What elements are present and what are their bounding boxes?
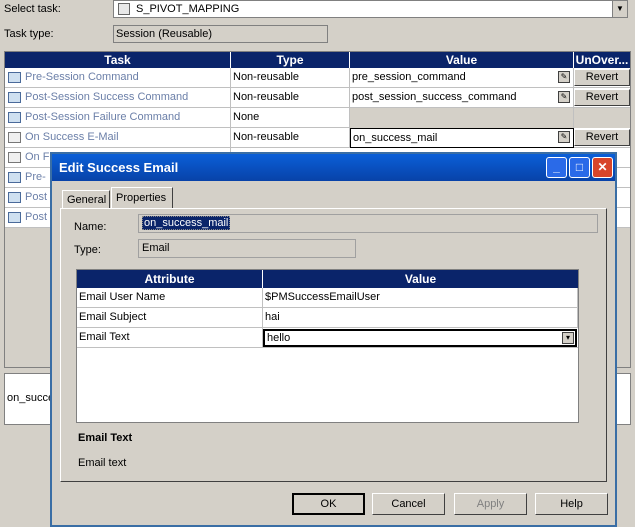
close-icon[interactable]: ✕ xyxy=(592,157,613,178)
col-header-unoverride[interactable]: UnOver... xyxy=(574,52,630,68)
name-value: on_success_mail xyxy=(142,216,231,230)
table-row[interactable]: On Success E-Mail Non-reusable on_succes… xyxy=(5,128,630,148)
minimize-icon[interactable]: _ xyxy=(546,157,567,178)
table-row[interactable]: Email Text hello ▾ xyxy=(77,328,578,348)
attributes-table: Attribute Value Email User Name $PMSucce… xyxy=(76,269,579,423)
dialog-title: Edit Success Email xyxy=(59,160,179,175)
table-row[interactable]: Pre-Session Command Non-reusable pre_ses… xyxy=(5,68,630,88)
table-row[interactable]: Email User Name $PMSuccessEmailUser xyxy=(77,288,578,308)
task-type-field: Session (Reusable) xyxy=(113,25,328,43)
select-task-label: Select task: xyxy=(4,3,61,15)
description-title: Email Text xyxy=(78,432,133,444)
attribute-value[interactable]: hai xyxy=(263,308,578,328)
col-header-task[interactable]: Task xyxy=(5,52,231,68)
task-type: Non-reusable xyxy=(231,88,350,108)
task-type: Non-reusable xyxy=(231,68,350,88)
attribute-name: Email Text xyxy=(77,328,263,348)
ok-button[interactable]: OK xyxy=(292,493,365,515)
table-row[interactable]: Email Subject hai xyxy=(77,308,578,328)
command-task-icon xyxy=(8,92,21,103)
edit-icon[interactable]: ✎ xyxy=(558,71,570,83)
help-button[interactable]: Help xyxy=(535,493,608,515)
email-text-input[interactable]: hello ▾ xyxy=(263,329,577,347)
revert-button[interactable]: Revert xyxy=(574,129,630,146)
attribute-description: Email Text Email text xyxy=(76,430,599,479)
command-task-icon xyxy=(8,112,21,123)
table-row[interactable]: Post-Session Failure Command None xyxy=(5,108,630,128)
task-name: Post-Session Success Command xyxy=(25,91,189,103)
open-editor-icon[interactable]: ▾ xyxy=(562,332,574,344)
command-task-icon xyxy=(8,192,21,203)
task-name: On F xyxy=(25,151,50,163)
email-task-icon xyxy=(8,132,21,143)
dropdown-arrow-icon[interactable]: ▼ xyxy=(612,1,627,17)
col-header-type[interactable]: Type xyxy=(231,52,350,68)
attribute-name: Email User Name xyxy=(77,288,263,308)
command-task-icon xyxy=(8,172,21,183)
col-header-attr-value[interactable]: Value xyxy=(263,270,578,288)
dialog-title-bar[interactable]: Edit Success Email _ □ ✕ xyxy=(52,154,615,181)
maximize-icon[interactable]: □ xyxy=(569,157,590,178)
task-value[interactable]: on_success_mail xyxy=(350,128,574,148)
type-field: Email xyxy=(138,239,356,258)
command-task-icon xyxy=(8,212,21,223)
select-task-dropdown[interactable]: S_PIVOT_MAPPING ▼ xyxy=(113,0,628,18)
task-type-label: Task type: xyxy=(4,28,54,40)
task-name: Post-Session Failure Command xyxy=(25,111,181,123)
task-name: On Success E-Mail xyxy=(25,131,119,143)
col-header-attribute[interactable]: Attribute xyxy=(77,270,263,288)
task-type: Non-reusable xyxy=(231,128,350,148)
revert-button[interactable]: Revert xyxy=(574,69,630,86)
revert-cell-empty xyxy=(574,108,630,128)
table-row[interactable]: Post-Session Success Command Non-reusabl… xyxy=(5,88,630,108)
task-name: Post xyxy=(25,211,48,223)
edit-icon[interactable]: ✎ xyxy=(558,91,570,103)
task-value xyxy=(350,108,574,128)
session-icon xyxy=(118,3,130,15)
task-value[interactable]: pre_session_command xyxy=(350,68,574,88)
tab-general[interactable]: General xyxy=(62,190,110,209)
name-label: Name: xyxy=(74,221,107,233)
email-text-value: hello xyxy=(267,332,291,344)
edit-icon[interactable]: ✎ xyxy=(558,131,570,143)
select-task-value: S_PIVOT_MAPPING xyxy=(136,3,240,15)
description-text: on_succe xyxy=(7,392,55,404)
command-task-icon xyxy=(8,72,21,83)
task-name: Pre-Session Command xyxy=(25,71,139,83)
apply-button: Apply xyxy=(454,493,527,515)
task-type: None xyxy=(231,108,350,128)
task-name: Pre- xyxy=(25,171,46,183)
email-task-icon xyxy=(8,152,21,163)
cancel-button[interactable]: Cancel xyxy=(372,493,445,515)
edit-success-email-dialog: Edit Success Email _ □ ✕ General Propert… xyxy=(50,152,617,527)
tab-properties[interactable]: Properties xyxy=(111,187,173,209)
attribute-name: Email Subject xyxy=(77,308,263,328)
revert-button[interactable]: Revert xyxy=(574,89,630,106)
attribute-value[interactable]: $PMSuccessEmailUser xyxy=(263,288,578,308)
task-name: Post xyxy=(25,191,48,203)
name-field[interactable]: on_success_mail xyxy=(138,214,598,233)
task-value[interactable]: post_session_success_command xyxy=(350,88,574,108)
description-body: Email text xyxy=(78,457,127,469)
type-label: Type: xyxy=(74,244,101,256)
col-header-value[interactable]: Value xyxy=(350,52,574,68)
